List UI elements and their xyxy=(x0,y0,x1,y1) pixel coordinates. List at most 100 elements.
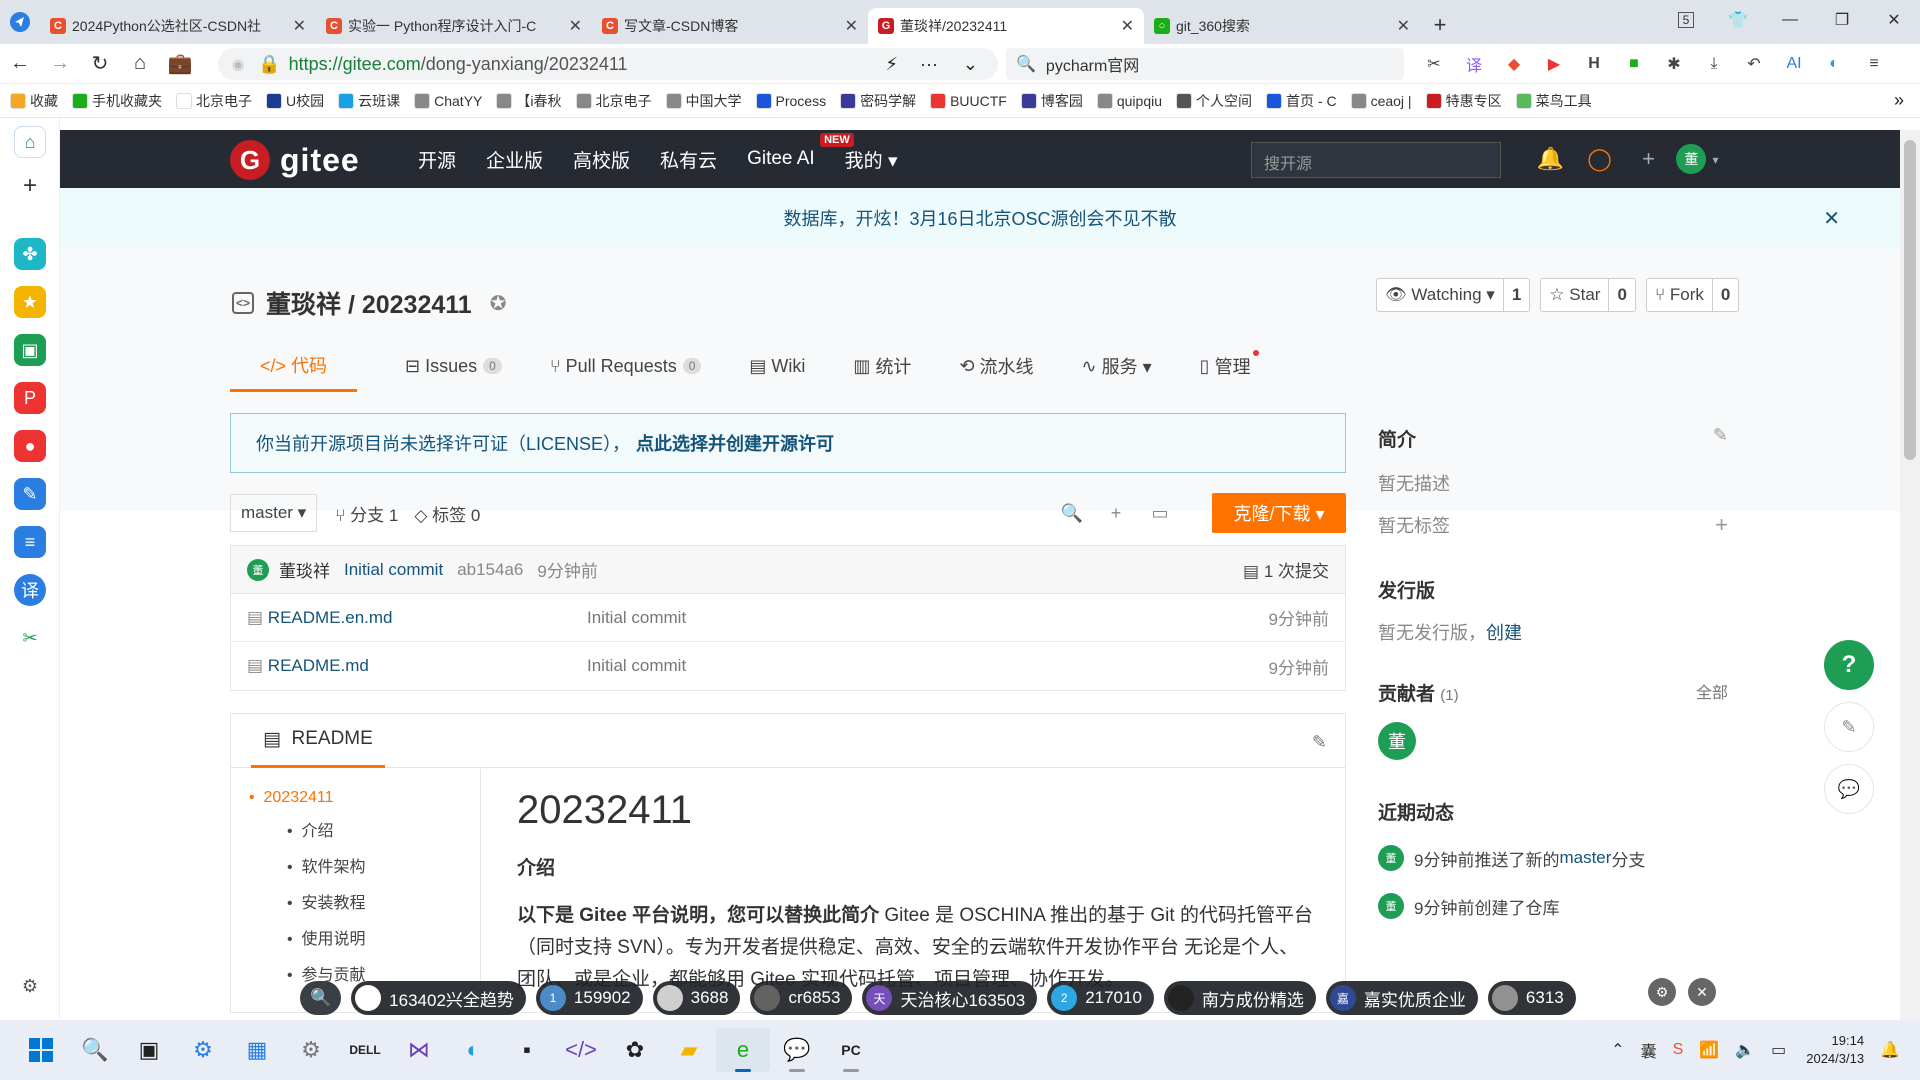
notification-bell-icon[interactable]: 🔔 xyxy=(1880,1040,1900,1060)
task-view-icon[interactable]: ▣ xyxy=(122,1028,176,1072)
more-icon[interactable]: ··· xyxy=(920,54,938,75)
gear-app-icon[interactable]: ⚙ xyxy=(284,1028,338,1072)
reload-icon[interactable]: ↻ xyxy=(80,51,120,76)
bookmark-item[interactable]: U校园 xyxy=(266,91,324,111)
chatgpt-icon[interactable]: ✿ xyxy=(608,1028,662,1072)
plus-icon[interactable]: + xyxy=(14,170,46,202)
monitor-app-icon[interactable]: ▦ xyxy=(230,1028,284,1072)
edit-icon[interactable]: ✎ xyxy=(1713,425,1728,446)
close-icon[interactable]: ✕ xyxy=(569,16,582,36)
branches-link[interactable]: ⑂ 分支 1 xyxy=(335,501,398,526)
plus-icon[interactable]: + xyxy=(1624,146,1673,172)
ai-icon[interactable]: AI xyxy=(1774,55,1814,73)
toc-item[interactable]: • 使用说明 xyxy=(287,925,462,949)
bookmark-item[interactable]: 中国大学 xyxy=(665,91,742,111)
undo-icon[interactable]: ↶ xyxy=(1734,54,1774,74)
avatar[interactable]: 董 xyxy=(247,558,269,581)
browser-tab[interactable]: ○ git_360搜索 ✕ xyxy=(1144,8,1420,44)
license-link[interactable]: 点此选择并创建开源许可 xyxy=(636,430,834,456)
bell-icon[interactable]: 🔔 xyxy=(1526,146,1575,172)
activity-branch-link[interactable]: master xyxy=(1559,848,1611,868)
nav-item-education[interactable]: 高校版 xyxy=(573,146,630,173)
bookmark-item[interactable]: 菜鸟工具 xyxy=(1515,91,1592,111)
toc-item[interactable]: • 介绍 xyxy=(287,817,462,841)
commit-sha[interactable]: ab154a6 xyxy=(457,560,523,580)
back-icon[interactable]: ← xyxy=(0,52,40,75)
book-icon[interactable]: ■ xyxy=(1614,55,1654,73)
new-tab-button[interactable]: + xyxy=(1420,12,1460,38)
ticker-search-icon[interactable]: 🔍 xyxy=(300,981,342,1015)
bookmark-item[interactable]: 密码学解 xyxy=(840,91,916,111)
gitee-logo[interactable]: G gitee xyxy=(230,140,360,180)
terminal-icon[interactable]: ▪ xyxy=(500,1028,554,1072)
monitor-icon[interactable]: ▭ xyxy=(1138,503,1182,524)
ticker-item[interactable]: 1 159902 xyxy=(535,981,643,1015)
bookmarks-more-icon[interactable]: » xyxy=(1894,90,1904,111)
tab-wiki[interactable]: ▤ Wiki xyxy=(749,340,805,392)
video-icon[interactable]: ▶ xyxy=(1534,54,1574,74)
browser-tab[interactable]: C 2024Python公选社区-CSDN社 ✕ xyxy=(40,8,316,44)
watching-button[interactable]: 👁 Watching ▾ 1 xyxy=(1376,278,1531,312)
home-icon[interactable]: ⌂ xyxy=(120,52,160,75)
bookmark-item[interactable]: 手机收藏夹 xyxy=(72,91,162,111)
add-tag-icon[interactable]: + xyxy=(1715,512,1728,538)
pdf-ai-icon[interactable]: P xyxy=(14,382,46,414)
lightbulb-icon[interactable]: ◯ xyxy=(1575,146,1624,172)
bookmark-item[interactable]: 北京电子 xyxy=(176,91,252,111)
ticker-item[interactable]: 嘉嘉实优质企业 xyxy=(1325,981,1478,1015)
image-ai-icon[interactable]: ▣ xyxy=(14,334,46,366)
chat-icon[interactable]: 💬 xyxy=(1824,764,1874,814)
clone-download-button[interactable]: 克隆/下载 ▾ xyxy=(1212,493,1346,533)
restore-button[interactable]: ❐ xyxy=(1816,10,1868,30)
folder-icon[interactable]: ▰ xyxy=(662,1028,716,1072)
help-button[interactable]: ? xyxy=(1824,640,1874,690)
forward-icon[interactable]: → xyxy=(40,52,80,75)
wps-icon[interactable]: S xyxy=(1673,1041,1684,1059)
file-name[interactable]: ▤ README.en.md xyxy=(247,608,587,628)
dell-icon[interactable]: DELL xyxy=(338,1028,392,1072)
tab-code[interactable]: </> 代码 xyxy=(230,340,358,392)
translate-side-icon[interactable]: 译 xyxy=(14,574,46,606)
tab-services[interactable]: ∿ 服务 ▾ xyxy=(1082,340,1152,392)
nav-item-private-cloud[interactable]: 私有云 xyxy=(660,146,717,173)
ticker-close-icon[interactable]: ✕ xyxy=(1688,978,1716,1006)
edge-icon[interactable]: ◐ xyxy=(1814,55,1854,73)
file-name[interactable]: ▤ README.md xyxy=(247,656,587,676)
fork-button[interactable]: ⑂ Fork 0 xyxy=(1645,278,1740,312)
visual-studio-icon[interactable]: ⋈ xyxy=(392,1028,446,1072)
settings-app-icon[interactable]: ⚙ xyxy=(176,1028,230,1072)
bookmark-item[interactable]: 收藏 xyxy=(10,91,58,111)
browser-360-icon[interactable]: e xyxy=(716,1028,770,1072)
home-icon[interactable]: ⌂ xyxy=(14,126,46,158)
nav-item-enterprise[interactable]: 企业版 xyxy=(486,146,543,173)
tab-stats[interactable]: ▥ 统计 xyxy=(853,340,911,392)
tab-pipeline[interactable]: ⟲ 流水线 xyxy=(959,340,1033,392)
ime-icon[interactable]: 囊 xyxy=(1641,1038,1657,1062)
tab-pull-requests[interactable]: ⑂ Pull Requests 0 xyxy=(550,340,702,392)
bookmark-item[interactable]: 首页 - C xyxy=(1266,91,1337,111)
star-button[interactable]: ☆ Star 0 xyxy=(1540,278,1636,312)
lightning-icon[interactable]: ⚡ xyxy=(885,54,898,75)
create-release-link[interactable]: 创建 xyxy=(1486,623,1522,643)
pycharm-icon[interactable]: PC xyxy=(824,1028,878,1072)
bookmark-item[interactable]: 北京电子 xyxy=(575,91,652,111)
url-bar[interactable]: ◉ 🔒 https://gitee.com /dong-yanxiang/202… xyxy=(218,48,998,80)
file-commit-message[interactable]: Initial commit xyxy=(587,608,686,628)
bookmark-item[interactable]: ceaoj | xyxy=(1350,92,1412,109)
star-icon[interactable]: ★ xyxy=(14,286,46,318)
bookmark-item[interactable]: 博客园 xyxy=(1020,91,1083,111)
tab-count-icon[interactable]: 5 xyxy=(1660,11,1712,29)
volume-icon[interactable]: 🔈 xyxy=(1735,1040,1755,1060)
bookmark-item[interactable]: 个人空间 xyxy=(1176,91,1252,111)
branch-select[interactable]: master ▾ xyxy=(230,494,318,532)
shirt-icon[interactable]: 👕 xyxy=(1712,10,1764,30)
page-scrollbar[interactable] xyxy=(1900,130,1920,1020)
bookmark-item[interactable]: 特惠专区 xyxy=(1425,91,1502,111)
minimize-button[interactable]: — xyxy=(1764,11,1816,29)
toc-item[interactable]: • 20232411 xyxy=(249,789,462,807)
close-window-button[interactable]: ✕ xyxy=(1868,10,1920,30)
clock[interactable]: 19:14 2024/3/13 xyxy=(1806,1032,1864,1068)
download-icon[interactable]: ⤓ xyxy=(1694,55,1734,73)
record-ai-icon[interactable]: ● xyxy=(14,430,46,462)
chevron-down-icon[interactable]: ⌄ xyxy=(963,54,978,75)
